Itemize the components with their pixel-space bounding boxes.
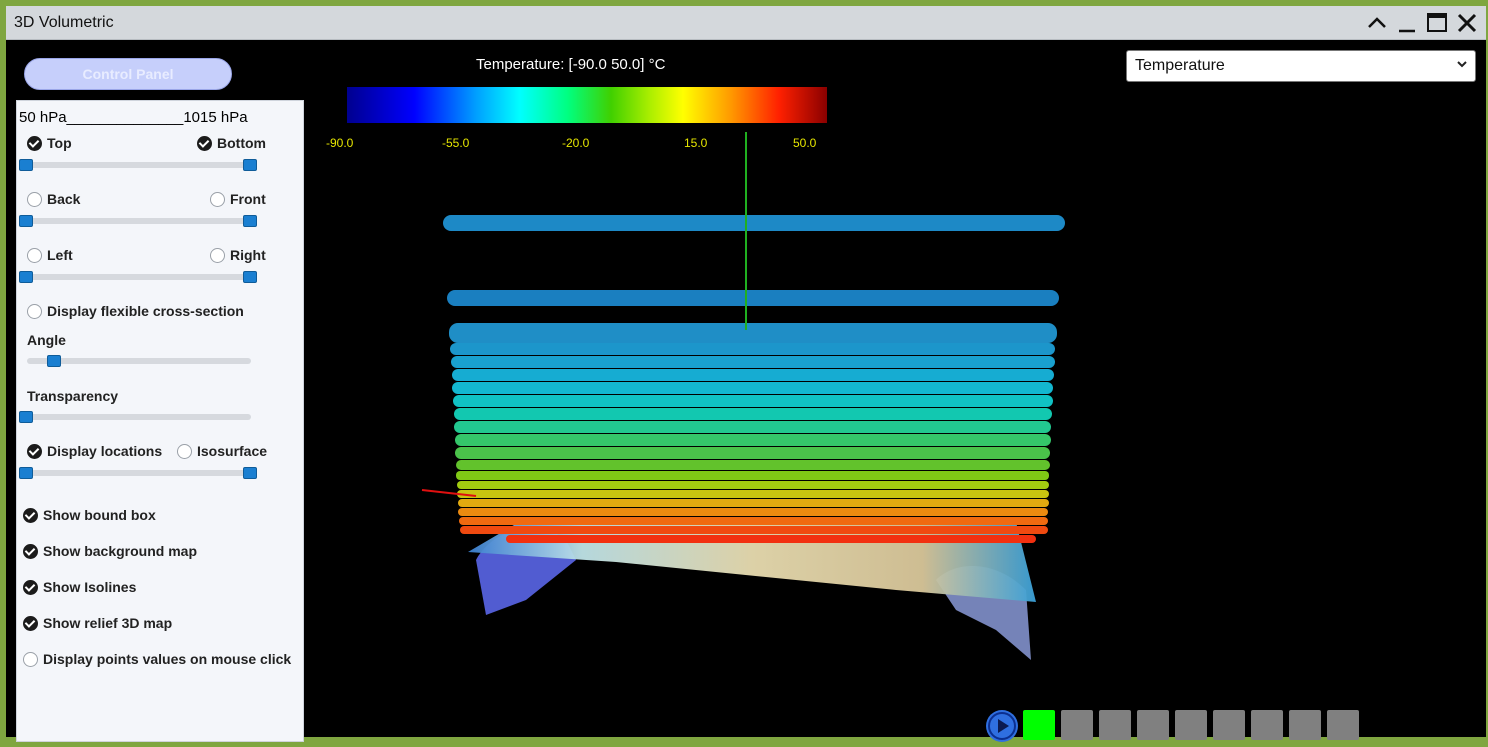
timeline-step-button[interactable] xyxy=(1061,710,1093,740)
colorbar-title: Temperature: [-90.0 50.0] °C xyxy=(476,56,666,73)
isolines-label: Show Isolines xyxy=(43,579,137,595)
circle-icon xyxy=(23,651,38,667)
circle-icon xyxy=(27,191,42,207)
slider-thumb-max[interactable] xyxy=(243,271,257,283)
colorbar-tick: -20.0 xyxy=(562,136,590,150)
isosurface-checkbox[interactable]: Isosurface xyxy=(177,443,267,459)
slider-thumb-min[interactable] xyxy=(19,467,33,479)
timeline-step-button[interactable] xyxy=(1137,710,1169,740)
check-icon xyxy=(197,135,212,151)
left-checkbox[interactable]: Left xyxy=(27,247,73,263)
pressure-range-label: 50 hPa______________1015 hPa xyxy=(19,109,248,126)
left-label: Left xyxy=(47,247,73,263)
left-right-slider[interactable] xyxy=(19,271,257,283)
circle-icon xyxy=(210,191,225,207)
variable-select-value: Temperature xyxy=(1135,57,1225,74)
isosurface-slider[interactable] xyxy=(19,467,257,479)
isosurface-label: Isosurface xyxy=(197,443,268,459)
points-label: Display points values on mouse click xyxy=(43,651,292,667)
flexible-cross-section-checkbox[interactable]: Display flexible cross-section xyxy=(27,303,244,319)
bottom-label: Bottom xyxy=(217,135,266,151)
layer-bands xyxy=(443,215,1065,543)
timeline-step-button[interactable] xyxy=(1175,710,1207,740)
variable-select[interactable]: Temperature xyxy=(1126,50,1476,82)
relief-label: Show relief 3D map xyxy=(43,615,173,631)
slider-thumb-max[interactable] xyxy=(243,215,257,227)
slider-thumb-max[interactable] xyxy=(243,159,257,171)
timeline-step-button[interactable] xyxy=(1251,710,1283,740)
circle-icon xyxy=(27,247,42,263)
show-background-map-checkbox[interactable]: Show background map xyxy=(23,543,197,559)
play-button[interactable] xyxy=(986,710,1018,742)
slider-thumb[interactable] xyxy=(47,355,61,367)
front-checkbox[interactable]: Front xyxy=(210,191,266,207)
right-checkbox[interactable]: Right xyxy=(210,247,266,263)
show-relief-checkbox[interactable]: Show relief 3D map xyxy=(23,615,172,631)
colorbar-tick: 15.0 xyxy=(684,136,708,150)
display-points-values-checkbox[interactable]: Display points values on mouse click xyxy=(23,651,291,667)
right-label: Right xyxy=(230,247,266,263)
chevron-down-icon xyxy=(1457,61,1467,68)
colorbar-tick: -90.0 xyxy=(326,136,354,150)
back-front-slider[interactable] xyxy=(19,215,257,227)
colorbar xyxy=(347,87,827,123)
check-icon xyxy=(23,579,38,595)
transparency-slider[interactable] xyxy=(19,411,251,423)
slider-thumb[interactable] xyxy=(19,411,33,423)
minimize-icon[interactable] xyxy=(1394,10,1420,36)
app-window: 3D Volumetric Control Panel 50 hPa______… xyxy=(6,6,1486,742)
maximize-icon[interactable] xyxy=(1424,10,1450,36)
angle-label: Angle xyxy=(27,332,66,348)
circle-icon xyxy=(210,247,225,263)
main-area: Control Panel 50 hPa______________1015 h… xyxy=(6,40,1486,742)
close-icon[interactable] xyxy=(1454,10,1480,36)
play-icon xyxy=(988,712,1016,740)
check-icon xyxy=(23,543,38,559)
bound-box-label: Show bound box xyxy=(43,507,156,523)
show-isolines-checkbox[interactable]: Show Isolines xyxy=(23,579,136,595)
front-label: Front xyxy=(230,191,266,207)
timeline-step-button[interactable] xyxy=(1099,710,1131,740)
show-bound-box-checkbox[interactable]: Show bound box xyxy=(23,507,156,523)
colorbar-tick: 50.0 xyxy=(793,136,817,150)
transparency-label: Transparency xyxy=(27,388,119,404)
top-checkbox[interactable]: Top xyxy=(27,135,72,151)
slider-thumb-min[interactable] xyxy=(19,215,33,227)
title-bar: 3D Volumetric xyxy=(6,6,1486,40)
timeline-step-button[interactable] xyxy=(1327,710,1359,740)
flex-label: Display flexible cross-section xyxy=(47,303,244,319)
colorbar-tick: -55.0 xyxy=(442,136,470,150)
check-icon xyxy=(27,135,42,151)
back-label: Back xyxy=(47,191,81,207)
collapse-icon[interactable] xyxy=(1364,10,1390,36)
slider-thumb-max[interactable] xyxy=(243,467,257,479)
top-bottom-slider[interactable] xyxy=(19,159,257,171)
check-icon xyxy=(23,615,38,631)
bottom-checkbox[interactable]: Bottom xyxy=(197,135,266,151)
slider-thumb-min[interactable] xyxy=(19,271,33,283)
slider-thumb-min[interactable] xyxy=(19,159,33,171)
control-panel-button[interactable]: Control Panel xyxy=(24,58,232,90)
circle-icon xyxy=(27,303,42,319)
display-locations-checkbox[interactable]: Display locations xyxy=(27,443,162,459)
control-panel: 50 hPa______________1015 hPa Top Bottom … xyxy=(16,100,304,742)
circle-icon xyxy=(177,443,192,459)
window-title: 3D Volumetric xyxy=(14,14,114,31)
timeline-step-button[interactable] xyxy=(1213,710,1245,740)
check-icon xyxy=(23,507,38,523)
timeline-step-button[interactable] xyxy=(1023,710,1055,740)
back-checkbox[interactable]: Back xyxy=(27,191,80,207)
top-label: Top xyxy=(47,135,72,151)
check-icon xyxy=(27,443,42,459)
locations-label: Display locations xyxy=(47,443,163,459)
bg-map-label: Show background map xyxy=(43,543,198,559)
angle-slider[interactable] xyxy=(27,355,251,367)
timeline-step-button[interactable] xyxy=(1289,710,1321,740)
